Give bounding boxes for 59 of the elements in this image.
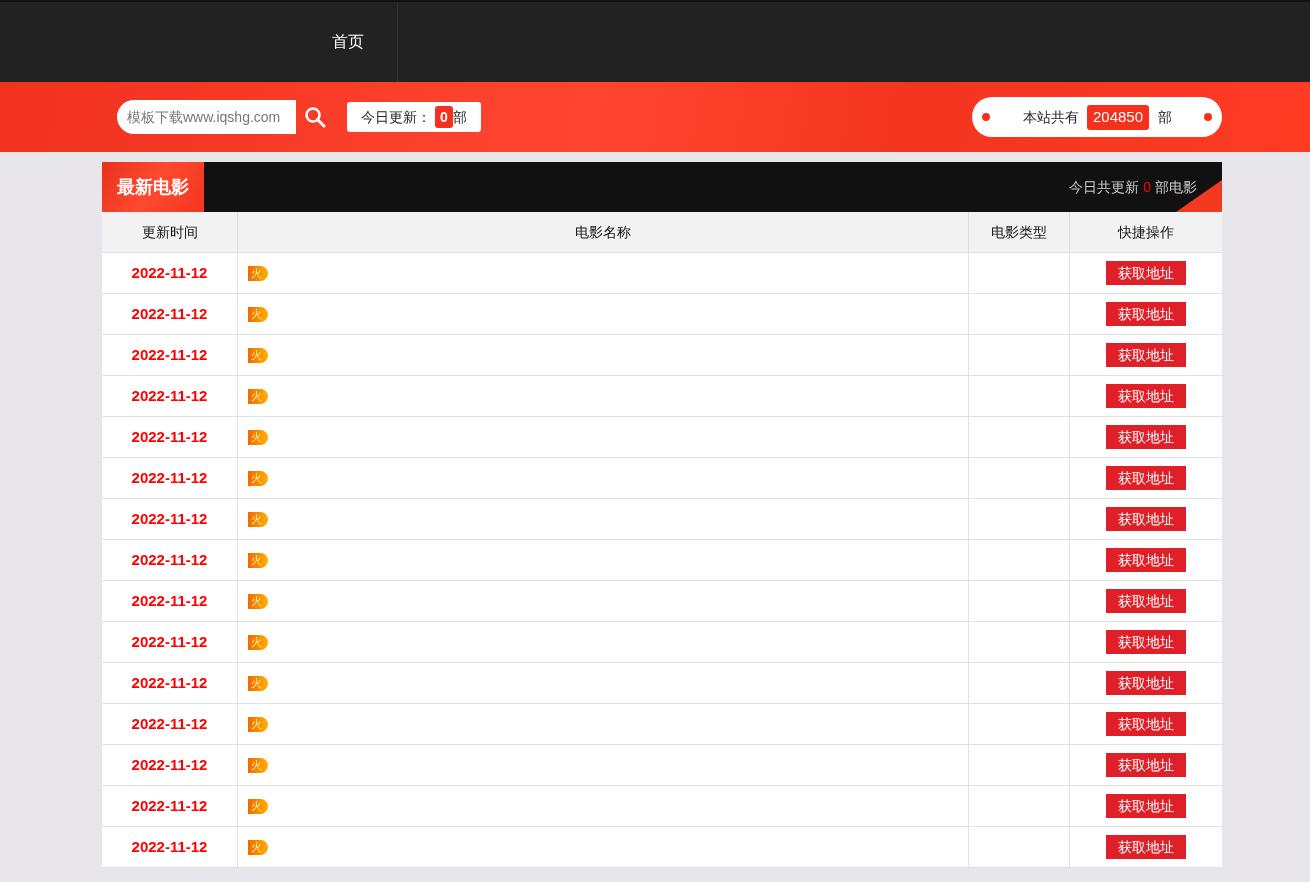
date-cell: 2022-11-12 bbox=[102, 581, 238, 621]
column-header: 电影类型 bbox=[969, 212, 1070, 252]
date-cell: 2022-11-12 bbox=[102, 253, 238, 293]
today-update-label: 今日更新： bbox=[361, 107, 431, 127]
get-link-button[interactable]: 获取地址 bbox=[1106, 343, 1186, 367]
column-header: 电影名称 bbox=[238, 212, 969, 252]
get-link-button[interactable]: 获取地址 bbox=[1106, 630, 1186, 654]
date-cell: 2022-11-12 bbox=[102, 704, 238, 744]
get-link-button[interactable]: 获取地址 bbox=[1106, 466, 1186, 490]
date-cell: 2022-11-12 bbox=[102, 786, 238, 826]
hot-badge: 火 bbox=[248, 634, 268, 650]
get-link-button[interactable]: 获取地址 bbox=[1106, 507, 1186, 531]
site-total-unit: 部 bbox=[1158, 107, 1173, 127]
date-cell: 2022-11-12 bbox=[102, 827, 238, 867]
get-link-button[interactable]: 获取地址 bbox=[1106, 589, 1186, 613]
today-summary: 今日共更新 0 部电影 bbox=[1069, 177, 1197, 197]
date-cell: 2022-11-12 bbox=[102, 335, 238, 375]
search-icon bbox=[304, 106, 326, 128]
hot-badge: 火 bbox=[248, 593, 268, 609]
hot-badge: 火 bbox=[248, 839, 268, 855]
date-cell: 2022-11-12 bbox=[102, 458, 238, 498]
site-total-count: 204850 bbox=[1087, 104, 1150, 130]
hot-badge: 火 bbox=[248, 716, 268, 732]
get-link-button[interactable]: 获取地址 bbox=[1106, 261, 1186, 285]
get-link-button[interactable]: 获取地址 bbox=[1106, 548, 1186, 572]
date-cell: 2022-11-12 bbox=[102, 417, 238, 457]
date-cell: 2022-11-12 bbox=[102, 499, 238, 539]
date-cell: 2022-11-12 bbox=[102, 294, 238, 334]
get-link-button[interactable]: 获取地址 bbox=[1106, 425, 1186, 449]
get-link-button[interactable]: 获取地址 bbox=[1106, 384, 1186, 408]
today-update-count: 0 bbox=[435, 106, 453, 128]
date-cell: 2022-11-12 bbox=[102, 745, 238, 785]
hot-badge: 火 bbox=[248, 757, 268, 773]
hot-badge: 火 bbox=[248, 552, 268, 568]
hot-badge: 火 bbox=[248, 675, 268, 691]
get-link-button[interactable]: 获取地址 bbox=[1106, 794, 1186, 818]
column-header: 更新时间 bbox=[102, 212, 238, 252]
get-link-button[interactable]: 获取地址 bbox=[1106, 835, 1186, 859]
hot-badge: 火 bbox=[248, 429, 268, 445]
today-update-unit: 部 bbox=[452, 107, 467, 127]
get-link-button[interactable]: 获取地址 bbox=[1106, 302, 1186, 326]
get-link-button[interactable]: 获取地址 bbox=[1106, 671, 1186, 695]
get-link-button[interactable]: 获取地址 bbox=[1106, 753, 1186, 777]
hot-badge: 火 bbox=[248, 347, 268, 363]
hot-badge: 火 bbox=[248, 265, 268, 281]
hot-badge: 火 bbox=[248, 798, 268, 814]
date-cell: 2022-11-12 bbox=[102, 622, 238, 662]
site-total-label: 本站共有 bbox=[1023, 107, 1079, 127]
hot-badge: 火 bbox=[248, 511, 268, 527]
hot-badge: 火 bbox=[248, 388, 268, 404]
column-header: 快捷操作 bbox=[1116, 222, 1175, 242]
search-field[interactable]: 模板下载www.iqshg.com bbox=[117, 100, 296, 134]
hot-badge: 火 bbox=[248, 306, 268, 322]
get-link-button[interactable]: 获取地址 bbox=[1106, 712, 1186, 736]
section-title: 最新电影 bbox=[102, 162, 204, 212]
date-cell: 2022-11-12 bbox=[102, 376, 238, 416]
date-cell: 2022-11-12 bbox=[102, 540, 238, 580]
date-cell: 2022-11-12 bbox=[102, 663, 238, 703]
hot-badge: 火 bbox=[248, 470, 268, 486]
